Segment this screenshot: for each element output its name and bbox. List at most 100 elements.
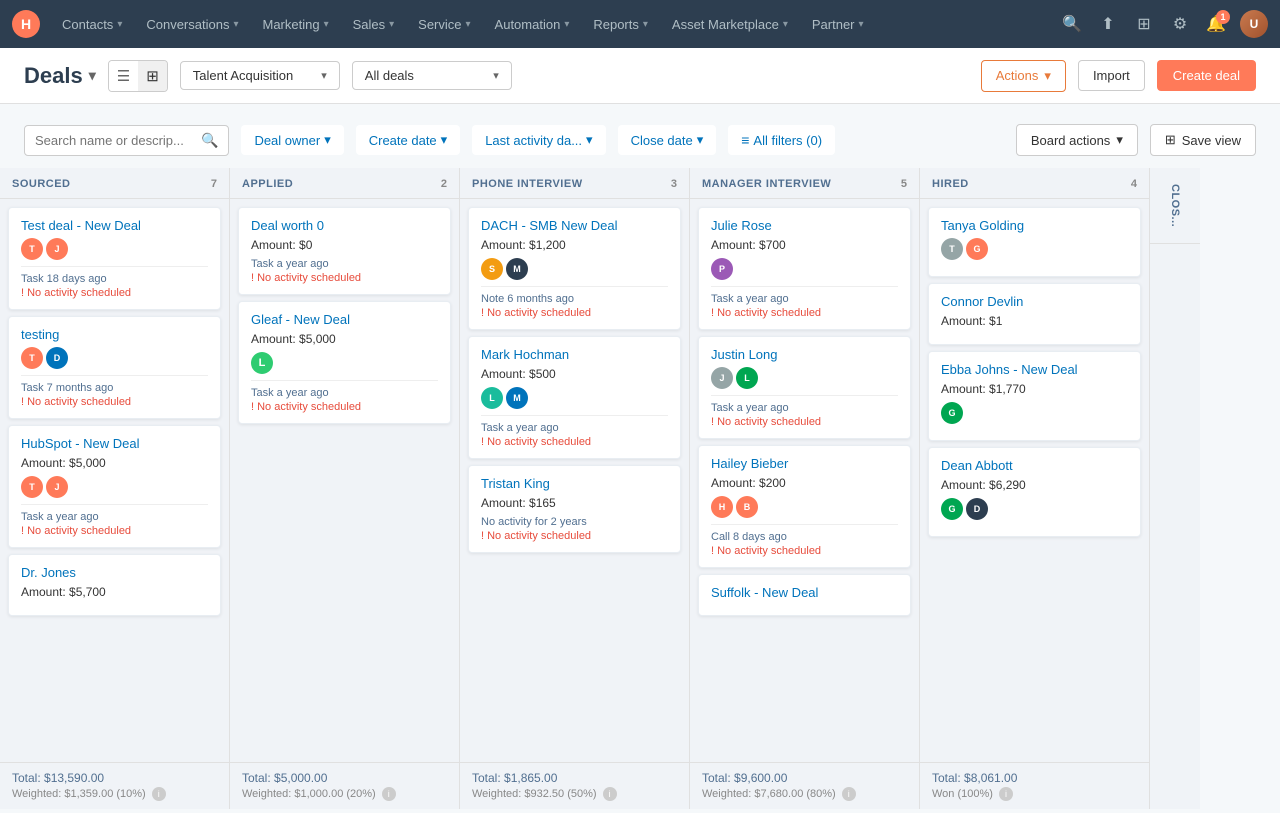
deal-card[interactable]: HubSpot - New Deal Amount: $5,000 TJ Tas… [8, 425, 221, 548]
deal-avatars: TJ [21, 238, 208, 260]
weighted-info-icon[interactable]: i [603, 787, 617, 801]
search-icon[interactable]: 🔍 [1056, 8, 1088, 40]
import-button[interactable]: Import [1078, 60, 1145, 91]
deal-name: Hailey Bieber [711, 456, 898, 473]
upgrade-icon[interactable]: ⬆ [1092, 8, 1124, 40]
deals-title[interactable]: Deals ▾ [24, 63, 96, 89]
deal-card[interactable]: Hailey Bieber Amount: $200 HB Call 8 day… [698, 445, 911, 568]
deal-no-activity: ! No activity scheduled [251, 401, 438, 413]
deal-name: DACH - SMB New Deal [481, 218, 668, 235]
deal-avatars: TJ [21, 476, 208, 498]
avatar: H [711, 496, 733, 518]
settings-icon[interactable]: ⚙ [1164, 8, 1196, 40]
deal-card[interactable]: Connor Devlin Amount: $1 [928, 283, 1141, 345]
deal-card[interactable]: Tanya Golding TG [928, 207, 1141, 277]
save-view-button[interactable]: ⊞ Save view [1150, 124, 1256, 156]
column-applied: APPLIED 2 Deal worth 0 Amount: $0 Task a… [230, 168, 460, 809]
deal-avatars: P [711, 258, 898, 280]
deal-card[interactable]: Ebba Johns - New Deal Amount: $1,770 G [928, 351, 1141, 441]
notifications-icon[interactable]: 🔔 1 [1200, 8, 1232, 40]
nav-service[interactable]: Service ▾ [408, 0, 480, 48]
column-footer: Total: $8,061.00 Won (100%) i [920, 762, 1149, 809]
last-activity-filter[interactable]: Last activity da... ▾ [472, 125, 605, 155]
deal-card[interactable]: Test deal - New Deal TJ Task 18 days ago… [8, 207, 221, 310]
close-date-filter[interactable]: Close date ▾ [618, 125, 717, 155]
nav-automation[interactable]: Automation ▾ [485, 0, 580, 48]
nav-asset-marketplace[interactable]: Asset Marketplace ▾ [662, 0, 798, 48]
weighted-info-icon[interactable]: i [842, 787, 856, 801]
column-header: MANAGER INTERVIEW 5 [690, 168, 919, 199]
column-footer: Total: $13,590.00 Weighted: $1,359.00 (1… [0, 762, 229, 809]
deal-name: Dean Abbott [941, 458, 1128, 475]
deal-card[interactable]: Mark Hochman Amount: $500 LM Task a year… [468, 336, 681, 459]
column-header: SOURCED 7 [0, 168, 229, 199]
avatar: L [736, 367, 758, 389]
filter-selector[interactable]: All deals ▾ [352, 61, 512, 90]
grid-view-button[interactable]: ⊞ [138, 61, 167, 91]
column-header: HIRED 4 [920, 168, 1149, 199]
subheader: Deals ▾ ☰ ⊞ Talent Acquisition ▾ All dea… [0, 48, 1280, 104]
column-total: Total: $1,865.00 [472, 771, 677, 785]
create-date-filter[interactable]: Create date ▾ [356, 125, 460, 155]
avatar: J [46, 238, 68, 260]
avatar: L [481, 387, 503, 409]
deal-activity: Task a year ago [711, 293, 898, 305]
deal-owner-filter[interactable]: Deal owner ▾ [241, 125, 343, 155]
deal-card[interactable]: Suffolk - New Deal [698, 574, 911, 616]
weighted-info-icon[interactable]: i [999, 787, 1013, 801]
deal-amount: Amount: $1,770 [941, 382, 1128, 396]
deal-amount: Amount: $700 [711, 238, 898, 252]
deal-card[interactable]: Gleaf - New Deal Amount: $5,000 L Task a… [238, 301, 451, 424]
avatar: S [481, 258, 503, 280]
deal-card[interactable]: DACH - SMB New Deal Amount: $1,200 SM No… [468, 207, 681, 330]
marketplace-icon[interactable]: ⊞ [1128, 8, 1160, 40]
column-weighted: Won (100%) i [932, 787, 1137, 801]
column-total: Total: $9,600.00 [702, 771, 907, 785]
weighted-info-icon[interactable]: i [152, 787, 166, 801]
deal-name: Ebba Johns - New Deal [941, 362, 1128, 379]
column-cards: Deal worth 0 Amount: $0 Task a year ago … [230, 199, 459, 762]
deal-card[interactable]: Tristan King Amount: $165 No activity fo… [468, 465, 681, 553]
nav-sales[interactable]: Sales ▾ [343, 0, 405, 48]
create-deal-button[interactable]: Create deal [1157, 60, 1256, 91]
avatar: T [941, 238, 963, 260]
deal-card[interactable]: Julie Rose Amount: $700 P Task a year ag… [698, 207, 911, 330]
deal-card[interactable]: Justin Long JL Task a year ago ! No acti… [698, 336, 911, 439]
nav-reports[interactable]: Reports ▾ [583, 0, 658, 48]
deal-activity: Task a year ago [711, 402, 898, 414]
weighted-info-icon[interactable]: i [382, 787, 396, 801]
column-title: APPLIED [242, 178, 293, 190]
column-count: 5 [901, 178, 907, 190]
deal-card[interactable]: Dr. Jones Amount: $5,700 [8, 554, 221, 616]
list-view-button[interactable]: ☰ [109, 61, 138, 91]
deal-name: Tanya Golding [941, 218, 1128, 235]
column-title: SOURCED [12, 178, 71, 190]
deal-name: Tristan King [481, 476, 668, 493]
avatar: B [736, 496, 758, 518]
deal-amount: Amount: $200 [711, 476, 898, 490]
column-cards: Test deal - New Deal TJ Task 18 days ago… [0, 199, 229, 762]
user-avatar[interactable]: U [1240, 10, 1268, 38]
avatar: T [21, 347, 43, 369]
nav-marketing[interactable]: Marketing ▾ [252, 0, 338, 48]
actions-button[interactable]: Actions ▾ [981, 60, 1066, 92]
search-icon: 🔍 [201, 132, 218, 149]
deal-name: Justin Long [711, 347, 898, 364]
deal-avatars: GD [941, 498, 1128, 520]
avatar: P [711, 258, 733, 280]
deal-no-activity: ! No activity scheduled [481, 307, 668, 319]
deal-avatars: HB [711, 496, 898, 518]
search-input[interactable] [35, 133, 195, 148]
view-toggle: ☰ ⊞ [108, 60, 168, 92]
deal-card[interactable]: Dean Abbott Amount: $6,290 GD [928, 447, 1141, 537]
nav-conversations[interactable]: Conversations ▾ [136, 0, 248, 48]
board-actions-button[interactable]: Board actions ▾ [1016, 124, 1138, 156]
pipeline-selector[interactable]: Talent Acquisition ▾ [180, 61, 340, 90]
column-header: APPLIED 2 [230, 168, 459, 199]
all-filters-button[interactable]: ≡ All filters (0) [728, 125, 835, 155]
deal-card[interactable]: testing TD Task 7 months ago ! No activi… [8, 316, 221, 419]
nav-partner[interactable]: Partner ▾ [802, 0, 874, 48]
deal-card[interactable]: Deal worth 0 Amount: $0 Task a year ago … [238, 207, 451, 295]
hubspot-logo[interactable]: H [12, 10, 40, 38]
nav-contacts[interactable]: Contacts ▾ [52, 0, 132, 48]
